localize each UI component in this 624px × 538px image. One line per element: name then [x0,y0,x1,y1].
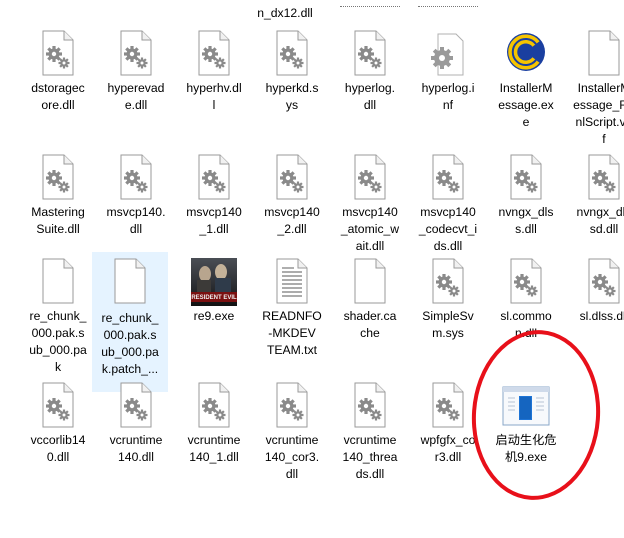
dll-gear-icon [352,154,388,200]
file-item[interactable]: hyperlog. dll [332,26,408,118]
file-item[interactable]: shader.ca che [332,254,408,346]
dll-gear-icon [352,382,388,428]
file-item[interactable]: vccorlib14 0.dll [20,378,96,470]
file-item[interactable]: dstoragec ore.dll [20,26,96,118]
file-item[interactable]: msvcp140 _atomic_w ait.dll [332,150,408,259]
file-item[interactable]: nvngx_dls sd.dll [566,150,624,242]
dll-gear-icon [118,154,154,200]
file-label: SimpleSv m.sys [422,309,474,340]
file-item[interactable]: nvngx_dls s.dll [488,150,564,242]
dll-gear-icon [40,30,76,76]
dll-gear-icon [274,382,310,428]
blank-file-icon [112,258,148,304]
file-item[interactable]: vcruntime 140.dll [98,378,174,470]
partial-label-top: n_dx12.dll [257,6,313,20]
file-label: nvngx_dls s.dll [498,205,554,236]
file-label: vcruntime 140_cor3. dll [264,433,320,481]
dll-gear-icon [118,382,154,428]
file-label: hyperlog. dll [344,81,396,112]
svg-text:RESIDENT EVIL: RESIDENT EVIL [191,295,237,301]
file-label: READNFO -MKDEV TEAM.txt [262,309,322,357]
file-label: nvngx_dls sd.dll [576,205,624,236]
file-item[interactable]: SimpleSv m.sys [410,254,486,346]
file-label: re9.exe [193,309,235,323]
file-label: hyperhv.dl l [186,81,242,112]
dll-gear-icon [40,154,76,200]
file-label: wpfgfx_co r3.dll [420,433,476,464]
file-item[interactable]: vcruntime 140_cor3. dll [254,378,330,487]
file-label: InstallerM essage.ex e [498,81,554,129]
dll-gear-icon [274,154,310,200]
file-item[interactable]: 启动生化危 机9.exe [488,378,564,470]
file-item[interactable]: sl.dlss.dll [566,254,624,329]
file-label: 启动生化危 机9.exe [495,433,557,464]
file-label: hyperlog.i nf [421,81,475,112]
dll-gear-icon [430,154,466,200]
dll-gear-icon [196,382,232,428]
partial-label-top [418,0,478,7]
file-label: vcruntime 140_threa ds.dll [342,433,398,481]
file-label: hyperkd.s ys [265,81,319,112]
exe-window-icon [502,386,550,426]
dll-gear-icon [508,258,544,304]
file-item[interactable]: msvcp140 _codecvt_i ds.dll [410,150,486,259]
dll-gear-icon [352,30,388,76]
file-item[interactable]: Mastering Suite.dll [20,150,96,242]
dll-gear-icon [274,30,310,76]
file-item[interactable]: wpfgfx_co r3.dll [410,378,486,470]
file-label: dstoragec ore.dll [31,81,85,112]
file-item[interactable]: msvcp140. dll [98,150,174,242]
file-item[interactable]: msvcp140 _1.dll [176,150,252,242]
file-item[interactable]: hyperkd.s ys [254,26,330,118]
file-label: msvcp140 _atomic_w ait.dll [340,205,400,253]
text-file-icon [274,258,310,304]
dll-gear-icon [196,30,232,76]
file-label: shader.ca che [343,309,397,340]
dll-gear-icon [430,258,466,304]
dll-gear-icon [196,154,232,200]
file-item[interactable]: hyperhv.dl l [176,26,252,118]
file-item[interactable]: hyperevad e.dll [98,26,174,118]
file-label: sl.dlss.dll [579,309,624,323]
dll-gear-icon [430,382,466,428]
file-item[interactable]: re_chunk_ 000.pak.s ub_000.pa k [20,254,96,380]
file-item[interactable]: vcruntime 140_1.dll [176,378,252,470]
dll-gear-icon [508,154,544,200]
dll-gear-icon [586,154,622,200]
file-item[interactable]: sl.commo n.dll [488,254,564,346]
dll-gear-icon [118,30,154,76]
partial-label-top [340,0,400,7]
file-label: hyperevad e.dll [107,81,165,112]
file-label: vcruntime 140.dll [109,433,163,464]
file-label: InstallerM essage_Ru nlScript.vd f [573,81,624,146]
dll-gear-icon [586,258,622,304]
file-label: vccorlib14 0.dll [30,433,86,464]
resident-evil-game-icon: RESIDENT EVIL [191,258,237,306]
file-label: msvcp140 _codecvt_i ds.dll [418,205,478,253]
blank-file-icon [352,258,388,304]
inf-gear-icon [430,30,466,76]
file-label: msvcp140 _1.dll [186,205,242,236]
file-item[interactable]: READNFO -MKDEV TEAM.txt [254,254,330,363]
file-label: msvcp140 _2.dll [264,205,320,236]
file-item[interactable]: RESIDENT EVIL re9.exe [176,254,252,329]
file-item[interactable]: msvcp140 _2.dll [254,150,330,242]
blank-file-icon [40,258,76,304]
file-item[interactable]: hyperlog.i nf [410,26,486,118]
file-label: Mastering Suite.dll [31,205,85,236]
file-label: re_chunk_ 000.pak.s ub_000.pa k.patch_..… [101,311,159,376]
file-label: vcruntime 140_1.dll [187,433,241,464]
file-item[interactable]: InstallerM essage_Ru nlScript.vd f [566,26,624,152]
file-item[interactable]: vcruntime 140_threa ds.dll [332,378,408,487]
dll-gear-icon [40,382,76,428]
capcom-logo-icon [503,30,549,76]
file-item[interactable]: InstallerM essage.ex e [488,26,564,135]
file-label: sl.commo n.dll [500,309,552,340]
file-item[interactable]: re_chunk_ 000.pak.s ub_000.pa k.patch_..… [92,252,168,392]
file-label: msvcp140. dll [106,205,166,236]
blank-file-icon [586,30,622,76]
file-label: re_chunk_ 000.pak.s ub_000.pa k [29,309,87,374]
